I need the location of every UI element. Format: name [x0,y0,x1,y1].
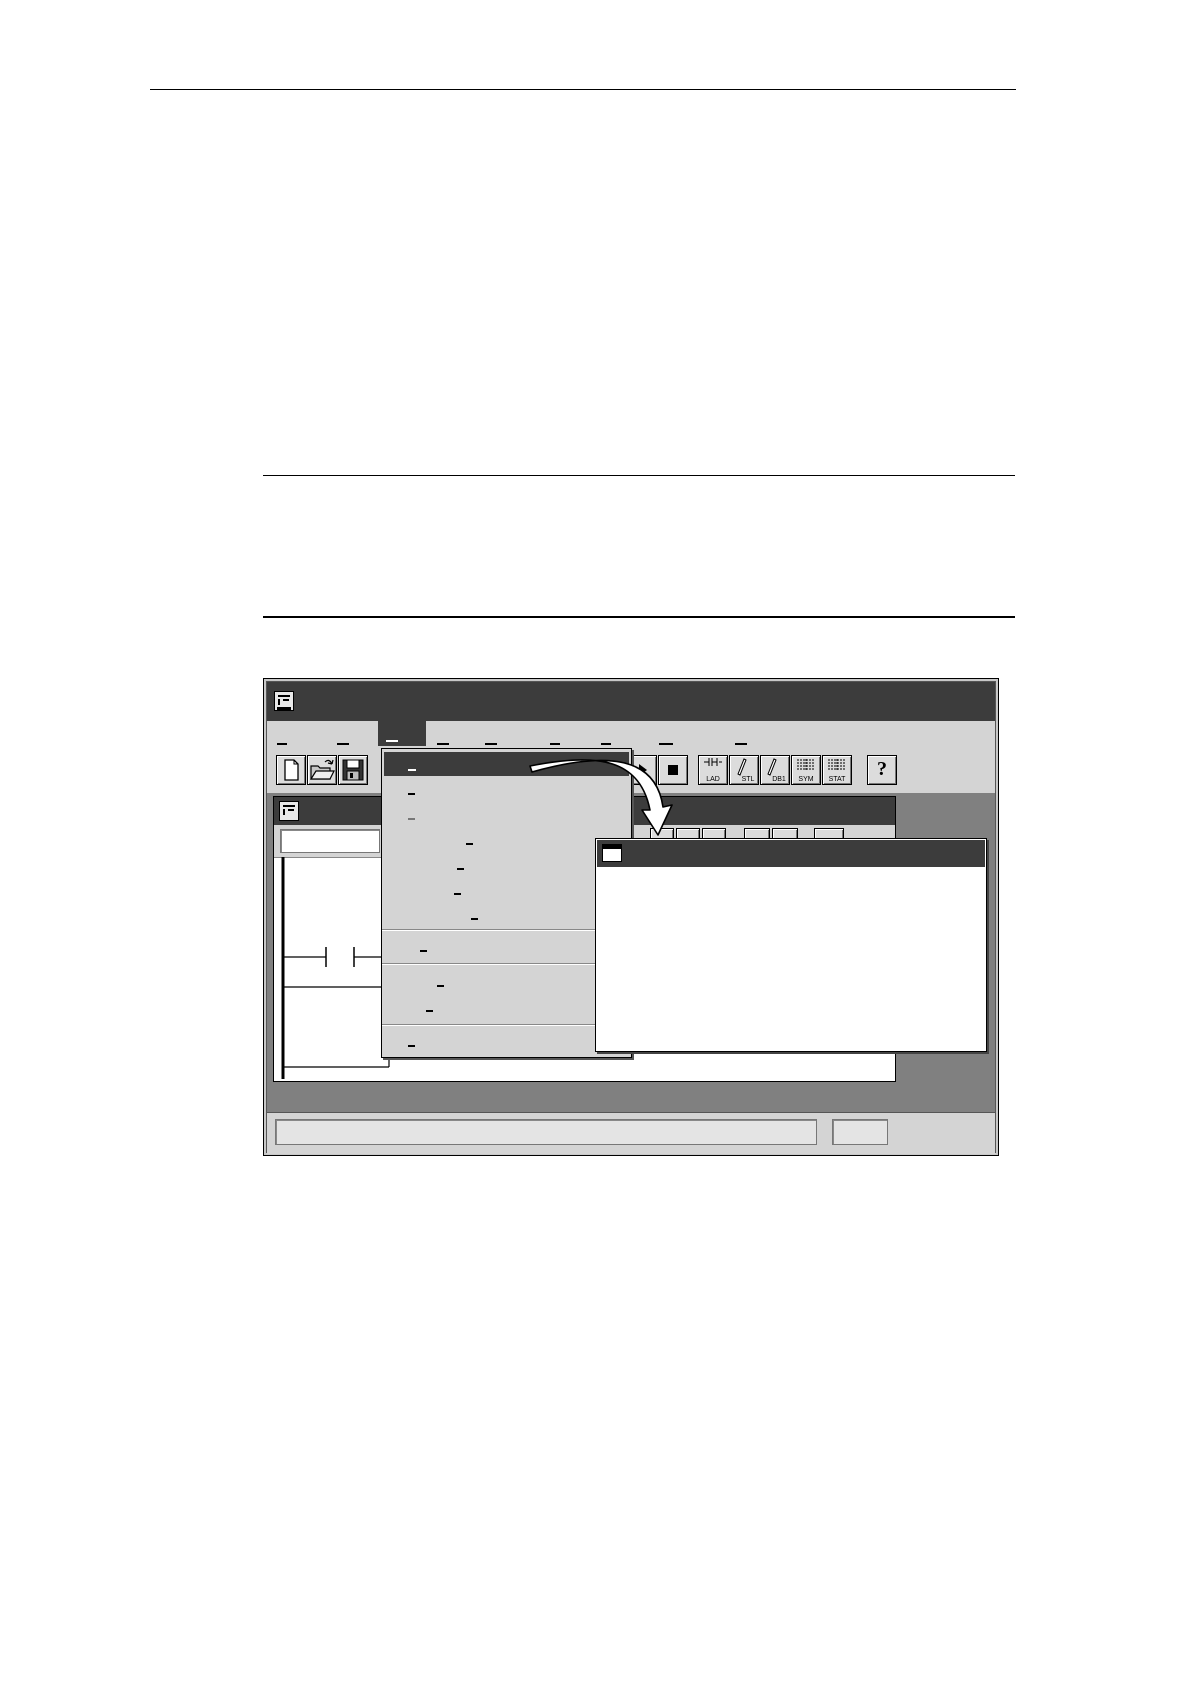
help-button[interactable]: ? [867,755,897,785]
editor-address-field[interactable] [280,829,380,853]
menu-item-0[interactable] [277,743,287,745]
status-field [832,1119,888,1145]
stat-button-label: STAT [828,776,846,783]
dropdown-separator [382,1024,631,1026]
section-rule-top [263,475,1015,476]
menu-bar [267,721,995,749]
dropdown-item-10[interactable] [384,1029,629,1053]
save-button[interactable] [338,755,368,785]
editor-icon[interactable] [279,801,299,821]
status-message [275,1119,817,1145]
sym-button-label: SYM [798,776,814,783]
app-title-bar [267,682,995,721]
menu-item-7[interactable] [659,743,673,745]
dropdown-separator [382,963,631,965]
dropdown-item-7[interactable] [384,934,629,958]
menu-item-4[interactable] [485,743,497,745]
menu-item-3[interactable] [437,743,449,745]
header-rule [150,89,1016,90]
pencil-icon [767,758,777,776]
dropdown-separator [382,929,631,931]
pencil-icon [737,758,747,776]
dropdown-item-9[interactable] [384,994,629,1018]
app-icon[interactable] [274,691,294,711]
db1-button-label: DB1 [772,776,786,783]
open-folder-icon [309,759,335,780]
section-rule-bottom [263,616,1015,618]
sym-button[interactable]: SYM [791,755,821,785]
new-file-icon [284,759,299,781]
open-button[interactable] [307,755,337,785]
menu-item-5[interactable] [550,743,560,745]
table-icon [797,759,815,770]
save-disk-icon [342,759,364,781]
stl-button-label: STL [741,776,755,783]
menu-item-selected[interactable] [378,720,426,746]
menu-item-8[interactable] [735,743,747,745]
status-bar [267,1112,995,1154]
new-button[interactable] [276,755,306,785]
table-icon [828,759,846,770]
dropdown-item-6[interactable] [384,902,629,926]
help-icon: ? [877,758,887,780]
stat-button[interactable]: STAT [822,755,852,785]
menu-item-6[interactable] [601,743,611,745]
db1-button[interactable]: DB1 [760,755,790,785]
curved-arrow-icon [529,759,673,836]
menu-item-1[interactable] [337,743,349,745]
stl-button[interactable]: STL [729,755,759,785]
dropdown-item-8[interactable] [384,969,629,993]
